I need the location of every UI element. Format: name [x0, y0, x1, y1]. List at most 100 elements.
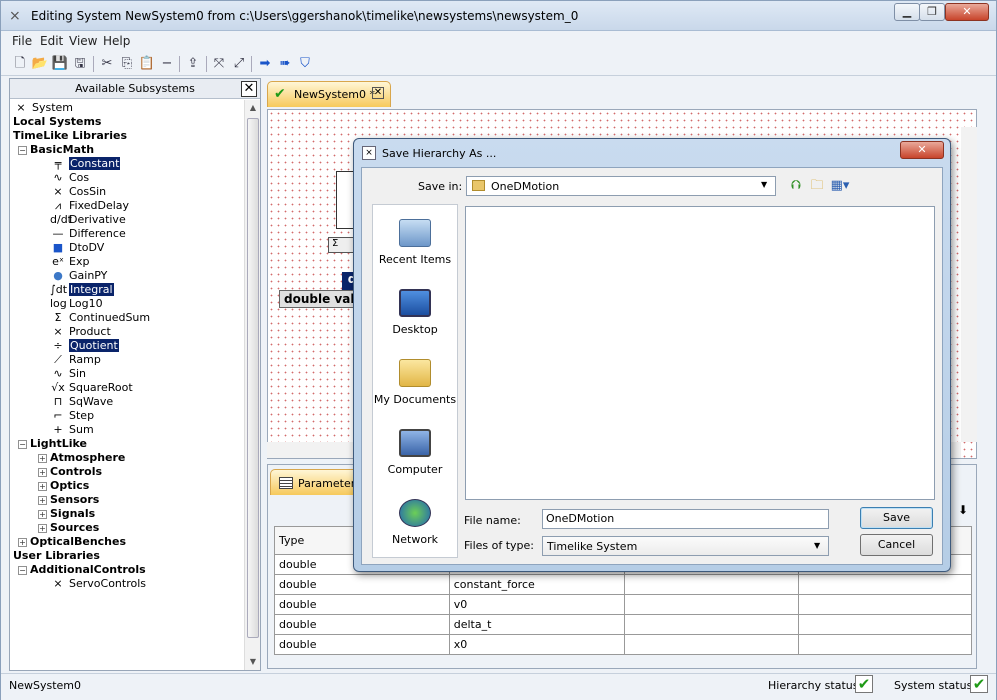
tree-toggle-icon[interactable]: + — [18, 538, 27, 547]
tree-item[interactable]: eˣ Exp — [50, 255, 89, 269]
tree-item[interactable]: ■ DtoDV — [50, 241, 105, 255]
tree-item[interactable]: BasicMath — [30, 143, 94, 157]
place-network[interactable]: Network — [373, 491, 457, 559]
tree-item[interactable]: Signals — [50, 507, 95, 521]
delete-icon[interactable]: − — [158, 55, 176, 73]
tree-item[interactable]: — Difference — [50, 227, 126, 241]
table-cell[interactable]: double — [274, 594, 450, 615]
open-folder-icon[interactable]: 📂 — [31, 55, 49, 73]
tree-item[interactable]: LightLike — [30, 437, 87, 451]
tab-parameters[interactable]: Parameters — [270, 469, 362, 495]
tree-toggle-icon[interactable]: + — [38, 482, 47, 491]
scroll-thumb[interactable] — [247, 118, 259, 638]
table-cell[interactable]: double — [274, 614, 450, 635]
tree-item[interactable]: d/dtDerivative — [50, 213, 126, 227]
tab-close-icon[interactable]: ✕ — [372, 87, 384, 99]
tree-toggle-icon[interactable]: + — [38, 510, 47, 519]
new-file-icon[interactable]: 🗋 — [11, 55, 29, 73]
tree-item[interactable]: ⩘ FixedDelay — [50, 199, 129, 213]
tree-toggle-icon[interactable]: + — [38, 454, 47, 463]
tree-item[interactable]: ∿ Cos — [50, 171, 89, 185]
collapse-icon[interactable]: ⤧ — [210, 55, 228, 73]
place-desktop[interactable]: Desktop — [373, 281, 457, 349]
close-button[interactable]: ✕ — [945, 3, 989, 21]
tree-item[interactable]: Local Systems — [13, 115, 101, 129]
table-cell[interactable] — [798, 574, 972, 595]
cancel-button[interactable]: Cancel — [860, 534, 933, 556]
tree-item[interactable]: ⊓ SqWave — [50, 395, 113, 409]
tree-item[interactable]: Σ ContinuedSum — [50, 311, 151, 325]
move-down-icon[interactable]: ⬇ — [958, 503, 968, 517]
tree-item[interactable]: ∿ Sin — [50, 367, 86, 381]
scroll-down-icon[interactable]: ▼ — [247, 656, 259, 668]
table-cell[interactable] — [798, 634, 972, 655]
expand-icon[interactable]: ⤢ — [230, 55, 248, 73]
tree-toggle-icon[interactable]: + — [38, 468, 47, 477]
save-button[interactable]: Save — [860, 507, 933, 529]
table-cell[interactable]: double — [274, 574, 450, 595]
tree-scrollbar[interactable]: ▲ ▼ — [244, 100, 260, 670]
tree-item[interactable]: ÷ Quotient — [50, 339, 119, 353]
table-cell[interactable] — [623, 594, 800, 615]
tree-item[interactable]: Sensors — [50, 493, 99, 507]
arrow-block-icon[interactable]: ➠ — [276, 55, 294, 73]
menu-edit[interactable]: Edit — [40, 34, 63, 48]
arrow-right-icon[interactable]: ➡ — [256, 55, 274, 73]
table-cell[interactable] — [798, 614, 972, 635]
tree-item[interactable]: + Sum — [50, 423, 93, 437]
tree-item[interactable]: √x SquareRoot — [50, 381, 132, 395]
tree-item[interactable]: Optics — [50, 479, 89, 493]
tree-item[interactable]: ⨯ ServoControls — [50, 577, 146, 591]
cut-icon[interactable]: ✂ — [98, 55, 116, 73]
tree-item[interactable]: ● GainPY — [50, 269, 107, 283]
tree-toggle-icon[interactable]: + — [38, 524, 47, 533]
tree-toggle-icon[interactable]: − — [18, 566, 27, 575]
tree-item[interactable]: Atmosphere — [50, 451, 125, 465]
table-cell[interactable] — [623, 634, 800, 655]
tree-toggle-icon[interactable]: − — [18, 440, 27, 449]
table-cell[interactable]: constant_force — [448, 574, 625, 595]
place-recent-items[interactable]: Recent Items — [373, 211, 457, 279]
table-row[interactable]: double delta_t — [274, 614, 972, 635]
tree-item[interactable]: OpticalBenches — [30, 535, 126, 549]
tree-item[interactable]: × Product — [50, 325, 110, 339]
table-cell[interactable]: x0 — [448, 634, 625, 655]
copy-icon[interactable]: ⎘ — [118, 55, 136, 73]
dialog-close-button[interactable]: ✕ — [900, 141, 944, 159]
tree-item[interactable]: User Libraries — [13, 549, 100, 563]
up-folder-icon[interactable]: ⮉ — [787, 178, 805, 194]
tree-item[interactable]: ⨯ CosSin — [50, 185, 106, 199]
menu-file[interactable]: File — [12, 34, 32, 48]
stamp-icon[interactable]: ⛉ — [296, 55, 314, 73]
table-row[interactable]: double v0 — [274, 594, 972, 615]
canvas-double-value-label[interactable]: double value — [279, 290, 357, 308]
tree-item[interactable]: ╤ Constant — [50, 157, 121, 171]
paste-icon[interactable]: 📋 — [138, 55, 156, 73]
menu-view[interactable]: View — [69, 34, 97, 48]
save-icon[interactable]: 💾 — [51, 55, 69, 73]
tree-item[interactable]: ∫dt Integral — [50, 283, 114, 297]
file-type-dropdown[interactable]: Timelike System ▼ — [542, 536, 829, 556]
file-name-input[interactable]: OneDMotion — [542, 509, 829, 529]
tree-toggle-icon[interactable]: − — [18, 146, 27, 155]
tab-newsystem0[interactable]: ✔ NewSystem0 * ✕ — [267, 81, 391, 107]
tree-item[interactable]: ⨯ System — [13, 101, 73, 115]
canvas-vertical-scrollbar[interactable] — [961, 127, 977, 442]
tree-item[interactable]: ⟋ Ramp — [50, 353, 101, 367]
scroll-up-icon[interactable]: ▲ — [247, 102, 259, 114]
view-menu-icon[interactable]: ▦▾ — [828, 178, 852, 194]
tree-item[interactable]: TimeLike Libraries — [13, 129, 127, 143]
tree-item[interactable]: Controls — [50, 465, 102, 479]
export-icon[interactable]: ⇪ — [184, 55, 202, 73]
new-folder-icon[interactable]: 🗀 — [808, 178, 826, 194]
tree-item[interactable]: ⌐ Step — [50, 409, 94, 423]
tree-item[interactable]: AdditionalControls — [30, 563, 146, 577]
place-my-documents[interactable]: My Documents — [373, 351, 457, 419]
menu-help[interactable]: Help — [103, 34, 130, 48]
table-cell[interactable]: delta_t — [448, 614, 625, 635]
table-row[interactable]: double x0 — [274, 634, 972, 655]
save-all-icon[interactable]: 🖫 — [71, 55, 89, 73]
table-cell[interactable] — [798, 594, 972, 615]
panel-close-icon[interactable]: ✕ — [241, 81, 257, 97]
table-cell[interactable]: v0 — [448, 594, 625, 615]
